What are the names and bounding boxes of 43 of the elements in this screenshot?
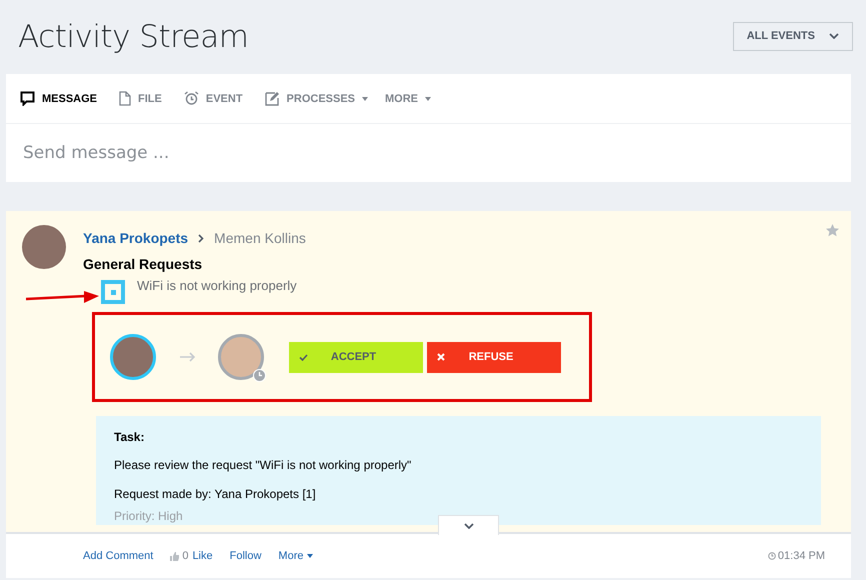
chevron-right-icon	[198, 234, 204, 242]
expand-tab[interactable]	[438, 515, 499, 535]
clock-icon	[253, 369, 266, 382]
post-time: 01:34 PM	[778, 550, 825, 562]
task-heading: Task:	[114, 430, 146, 444]
arrow-right-icon	[180, 352, 196, 362]
caret-icon	[307, 554, 314, 558]
recipient-name: Memen Kollins	[214, 230, 306, 246]
composer-tab[interactable]: MESSAGE	[20, 91, 98, 106]
filter-dropdown[interactable]: ALL EVENTS	[732, 22, 853, 50]
refuse-button[interactable]: REFUSE	[427, 342, 561, 372]
close-icon	[437, 353, 445, 361]
task-subject: WiFi is not working properly	[137, 278, 297, 292]
action-link[interactable]: Add Comment	[83, 550, 154, 562]
author-link[interactable]: Yana Prokopets	[83, 230, 188, 246]
message-input[interactable]: Send message ...	[6, 124, 851, 182]
chevron-down-icon	[464, 522, 474, 528]
like-link[interactable]: 0 Like	[170, 550, 213, 562]
task-square-icon	[101, 280, 125, 304]
action-link[interactable]: Follow	[230, 550, 262, 562]
accept-button[interactable]: ACCEPT	[289, 342, 423, 372]
avatar	[110, 334, 156, 380]
task-text: Please review the request "WiFi is not working properly"	[114, 458, 412, 472]
avatar	[218, 334, 264, 380]
star-icon[interactable]	[826, 224, 839, 237]
task-text: Request made by: Yana Prokopets [1]	[114, 487, 317, 501]
speech-bubble-icon	[20, 91, 35, 106]
document-icon	[119, 91, 132, 106]
check-icon	[299, 354, 308, 360]
composer-tab[interactable]: MORE	[385, 92, 432, 104]
alarm-clock-icon	[184, 91, 199, 106]
clock-icon	[768, 552, 776, 560]
task-text: Priority: High	[114, 509, 184, 523]
chevron-down-icon	[829, 33, 839, 39]
composer-tab[interactable]: PROCESSES	[264, 91, 368, 106]
more-menu-link[interactable]: More	[278, 550, 314, 562]
thumbs-up-icon	[170, 552, 180, 560]
avatar	[22, 225, 66, 269]
page-title: Activity Stream	[18, 19, 248, 55]
edit-form-icon	[264, 91, 280, 106]
composer-tab[interactable]: EVENT	[184, 91, 243, 106]
composer-tab[interactable]: FILE	[119, 91, 162, 106]
post-title: General Requests	[83, 256, 204, 272]
